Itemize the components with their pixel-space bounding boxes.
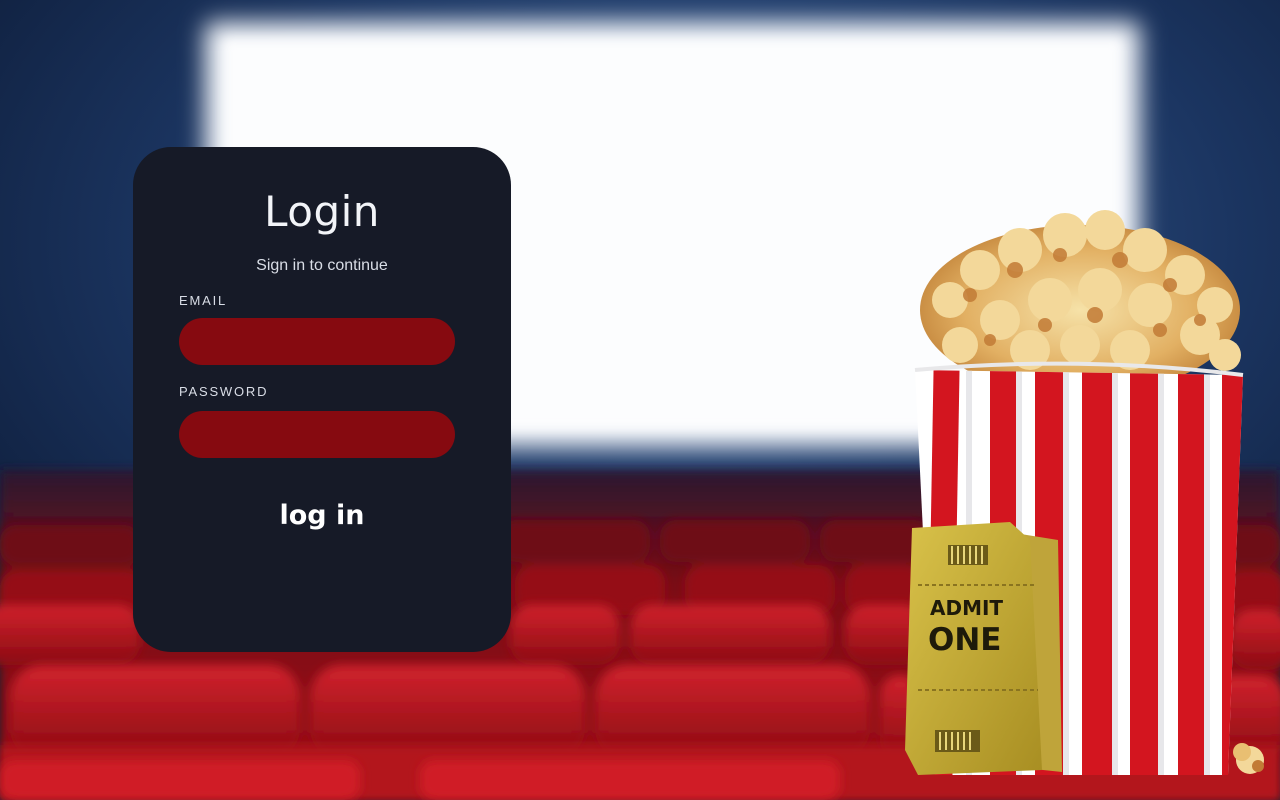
password-label: PASSWORD	[179, 384, 269, 399]
login-subtitle: Sign in to continue	[256, 257, 388, 274]
login-button[interactable]: log in	[227, 492, 417, 538]
email-field[interactable]	[179, 318, 455, 365]
login-card: Login Sign in to continue EMAIL PASSWORD…	[133, 147, 511, 652]
cinema-login-page: ADMIT ONE Login Sign in to continue EMAI…	[0, 0, 1280, 800]
email-label: EMAIL	[179, 293, 228, 308]
login-title: Login	[264, 187, 380, 236]
ticket-text-admit: ADMIT	[930, 596, 1003, 620]
ticket-text-one: ONE	[928, 622, 1001, 658]
admit-one-ticket: ADMIT ONE	[905, 522, 1062, 775]
password-field[interactable]	[179, 411, 455, 458]
popcorn-illustration: ADMIT ONE	[905, 210, 1264, 775]
